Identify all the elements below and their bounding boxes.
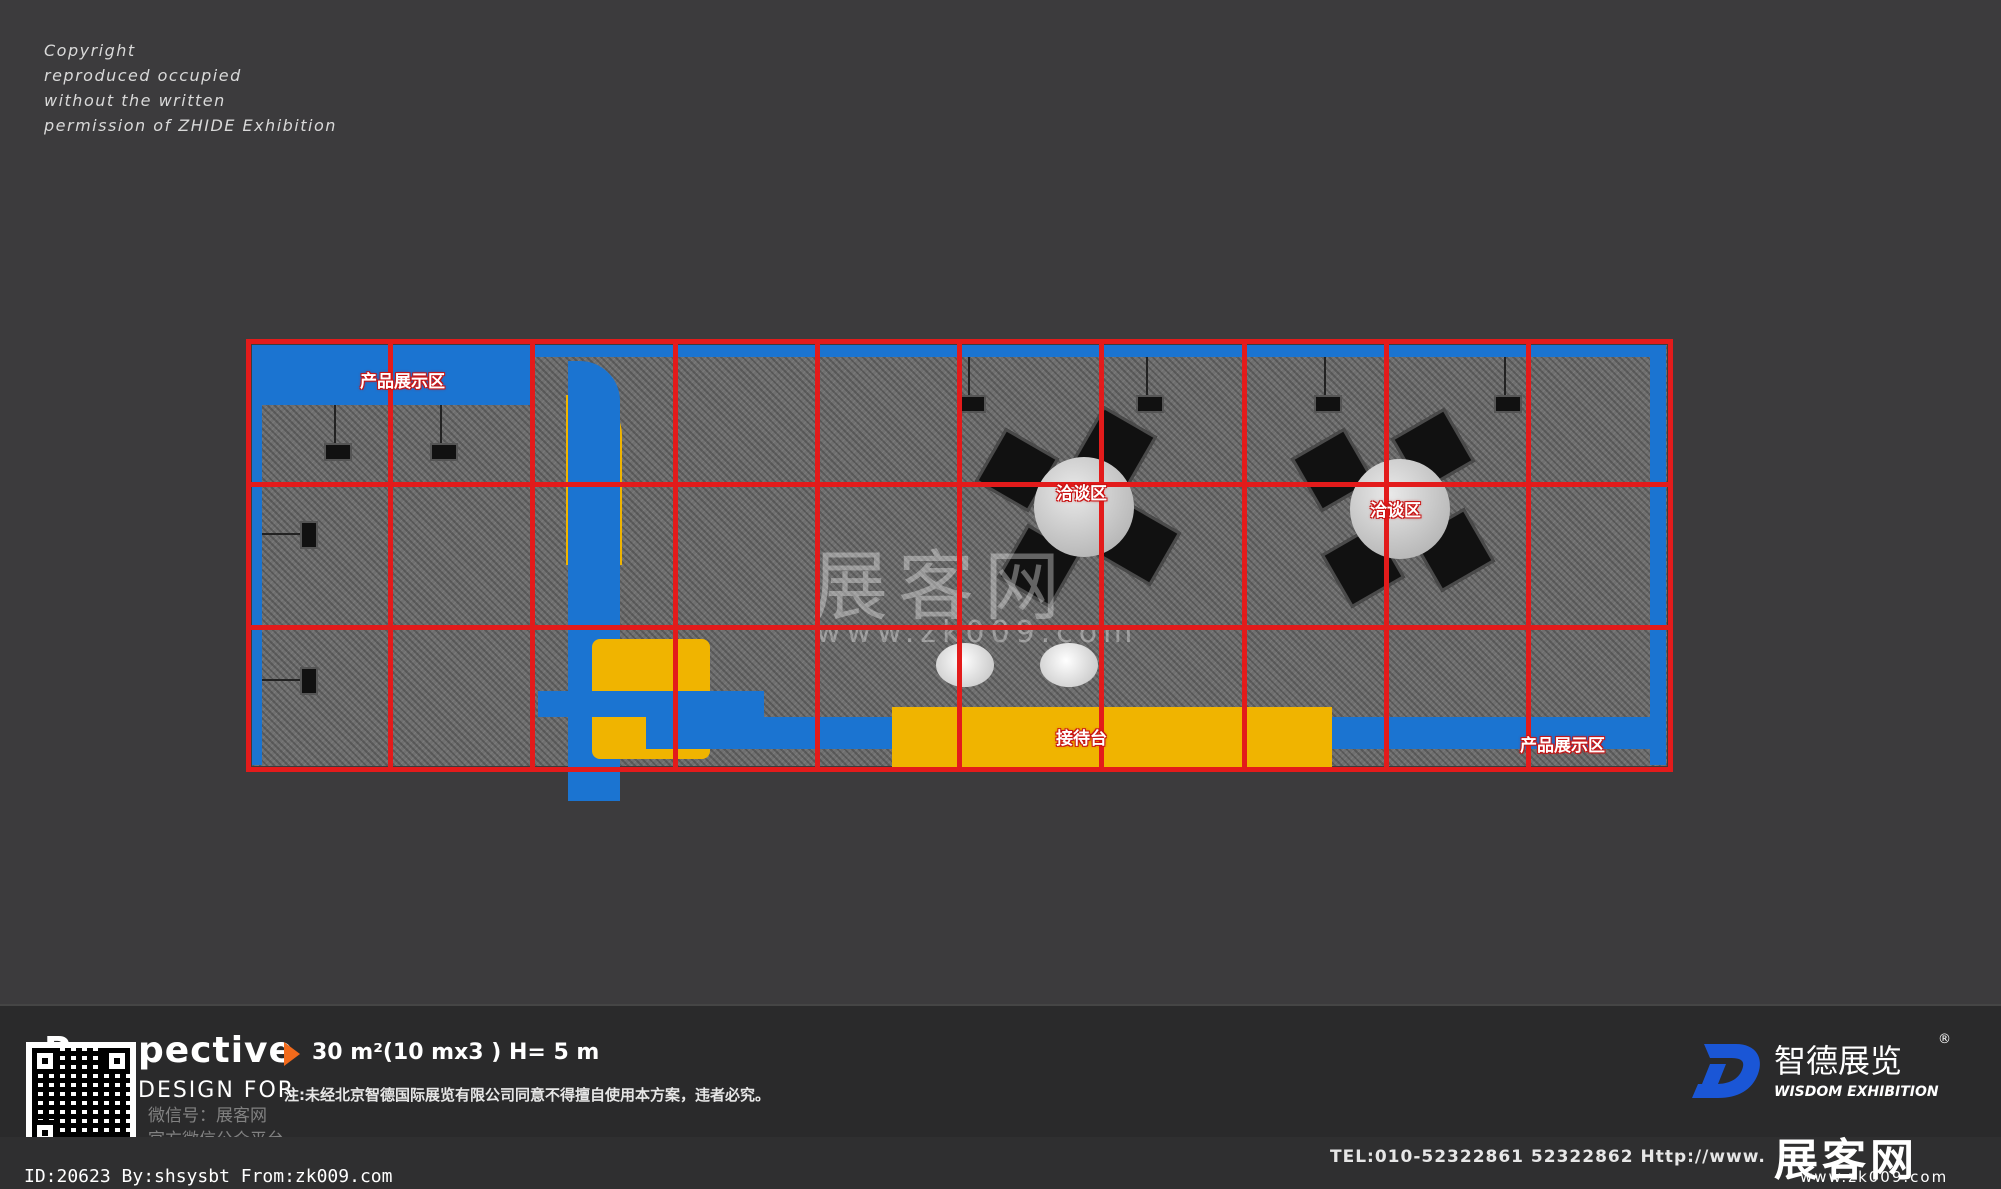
copyright-line: Copyright: [44, 41, 136, 60]
booth-floor-plan: 展客网 www.zk009.com 产品展示区 洽谈区 洽谈区 接待台 产品展示…: [246, 339, 1673, 801]
contact-line: TEL:010-52322861 52322862 Http://www.: [1330, 1147, 1766, 1167]
tv-mount: [334, 405, 336, 445]
tv-mount: [262, 679, 302, 681]
qr-finder: [32, 1048, 58, 1074]
tv-icon: [958, 395, 986, 413]
tv-icon: [1494, 395, 1522, 413]
design-for-label: DESIGN FOR: [138, 1078, 296, 1103]
registered-mark: ®: [1938, 1032, 1951, 1047]
booth-dimensions: 30 m²(10 mx3 ) H= 5 m: [312, 1040, 600, 1065]
grid-line: [246, 339, 251, 772]
brand-name-cn: 智德展览: [1774, 1042, 1903, 1080]
left-wall: [252, 345, 262, 765]
tv-icon: [1136, 395, 1164, 413]
copyright-line: reproduced occupied: [44, 66, 242, 85]
grid-line: [815, 339, 820, 772]
tv-mount: [968, 357, 970, 397]
brand-name-en: WISDOM EXHIBITION: [1774, 1084, 1939, 1100]
tv-mount: [440, 405, 442, 445]
zone-label-product-display: 产品展示区: [360, 372, 445, 392]
id-line: ID:20623 By:shsysbt From:zk009.com: [24, 1166, 393, 1187]
qr-pattern: [32, 1048, 130, 1146]
grid-line: [1099, 339, 1104, 772]
tv-icon: [430, 443, 458, 461]
zone-label-negotiation: 洽谈区: [1370, 501, 1421, 521]
tv-mount: [1324, 357, 1326, 397]
grid-line: [1668, 339, 1673, 772]
zone-label-negotiation: 洽谈区: [1056, 484, 1107, 504]
qr-code: [26, 1042, 136, 1152]
cross-beam: [538, 691, 764, 717]
grid-line: [388, 339, 393, 772]
tv-icon: [300, 521, 318, 549]
grid-line: [1526, 339, 1531, 772]
zone-label-product-display: 产品展示区: [1520, 736, 1605, 756]
grid-line: [673, 339, 678, 772]
copyright-line: without the written: [44, 91, 226, 110]
tv-icon: [300, 667, 318, 695]
wechat-id: 微信号：展客网: [148, 1106, 267, 1126]
top-wall: [526, 345, 1661, 357]
grid-line: [957, 339, 962, 772]
grid-line: [1242, 339, 1247, 772]
grid-line: [530, 339, 535, 772]
tv-mount: [1504, 357, 1506, 397]
legal-notice: 注:未经北京智德国际展览有限公司同意不得擅自使用本方案，违者必究。: [284, 1086, 771, 1104]
tv-icon: [324, 443, 352, 461]
copyright-notice: Copyright reproduced occupied without th…: [44, 38, 337, 138]
site-url: www.zk009.com: [1800, 1168, 1949, 1186]
zhide-logo-icon: [1692, 1044, 1760, 1098]
grid-line: [1384, 339, 1389, 772]
tv-mount: [262, 533, 302, 535]
watermark-url: www.zk009.com: [816, 615, 1139, 650]
play-arrow-icon: [284, 1042, 300, 1066]
right-wall: [1650, 345, 1666, 765]
qr-finder: [104, 1048, 130, 1074]
tv-icon: [1314, 395, 1342, 413]
zone-label-reception: 接待台: [1056, 729, 1107, 749]
copyright-line: permission of ZHIDE Exhibition: [44, 116, 337, 135]
tv-mount: [1146, 357, 1148, 397]
